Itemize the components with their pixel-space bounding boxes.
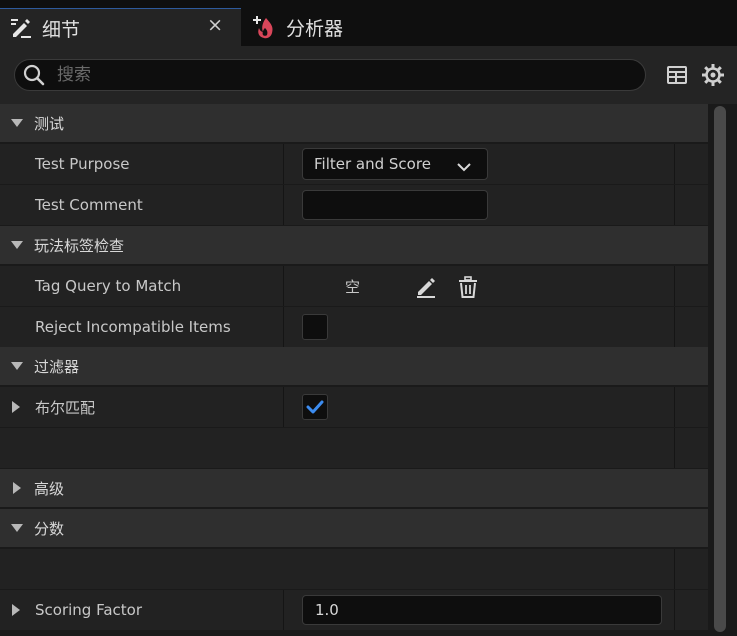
property-label: 布尔匹配 bbox=[35, 398, 96, 417]
column-divider[interactable] bbox=[283, 590, 284, 630]
column-divider bbox=[674, 428, 675, 468]
property-row-bool-match: 布尔匹配 bbox=[0, 387, 708, 427]
collapse-arrow-icon[interactable] bbox=[0, 118, 34, 128]
column-divider bbox=[674, 185, 675, 225]
dropdown-value: Filter and Score bbox=[314, 155, 431, 173]
expand-arrow-icon[interactable] bbox=[11, 400, 21, 418]
column-divider bbox=[674, 307, 675, 347]
details-panel: 测试 Test Purpose Filter and Score Test Co… bbox=[0, 104, 708, 636]
scoring-factor-value: 1.0 bbox=[315, 601, 339, 619]
column-divider bbox=[674, 549, 675, 589]
category-label: 分数 bbox=[34, 519, 65, 538]
property-row-test-purpose: Test Purpose Filter and Score bbox=[0, 144, 708, 184]
search-icon bbox=[21, 62, 47, 88]
category-score[interactable]: 分数 bbox=[0, 509, 708, 547]
column-divider bbox=[674, 387, 675, 427]
checkmark-icon bbox=[306, 400, 324, 414]
category-gameplay-tags[interactable]: 玩法标签检查 bbox=[0, 226, 708, 264]
column-divider bbox=[674, 590, 675, 630]
column-divider bbox=[674, 266, 675, 306]
collapse-arrow-icon[interactable] bbox=[0, 523, 34, 533]
category-label: 测试 bbox=[34, 114, 65, 133]
chevron-down-icon bbox=[457, 158, 471, 176]
property-row-empty bbox=[0, 428, 708, 468]
bool-match-checkbox[interactable] bbox=[302, 394, 328, 420]
edit-pencil-icon[interactable] bbox=[414, 275, 438, 299]
search-box[interactable] bbox=[14, 59, 646, 91]
flame-plus-icon bbox=[252, 14, 278, 40]
reject-incompatible-checkbox[interactable] bbox=[302, 314, 328, 340]
collapse-arrow-icon[interactable] bbox=[0, 361, 34, 371]
search-input[interactable] bbox=[55, 64, 619, 86]
column-divider[interactable] bbox=[283, 185, 284, 225]
table-view-icon[interactable] bbox=[664, 62, 690, 88]
tab-bar: 细节 × 分析器 bbox=[0, 0, 737, 47]
pencil-list-icon bbox=[8, 15, 34, 41]
category-label: 玩法标签检查 bbox=[34, 236, 125, 255]
scoring-factor-field[interactable]: 1.0 bbox=[302, 595, 662, 625]
close-tab-button[interactable]: × bbox=[207, 14, 223, 36]
tab-profiler-label: 分析器 bbox=[286, 17, 344, 40]
expand-arrow-icon[interactable] bbox=[11, 603, 21, 621]
tab-details-label: 细节 bbox=[42, 18, 81, 41]
test-comment-field[interactable] bbox=[302, 190, 488, 220]
property-row-scoring-factor: Scoring Factor 1.0 bbox=[0, 590, 708, 630]
property-row-tag-query: Tag Query to Match 空 bbox=[0, 266, 708, 306]
tag-query-value: 空 bbox=[345, 277, 361, 296]
category-advanced[interactable]: 高级 bbox=[0, 469, 708, 507]
property-label: Scoring Factor bbox=[35, 601, 142, 619]
category-filter[interactable]: 过滤器 bbox=[0, 347, 708, 385]
trash-icon[interactable] bbox=[456, 275, 480, 299]
scrollbar-thumb[interactable] bbox=[714, 106, 726, 632]
column-divider[interactable] bbox=[283, 307, 284, 347]
category-test[interactable]: 测试 bbox=[0, 104, 708, 142]
property-label: Test Purpose bbox=[35, 155, 130, 173]
property-row-reject-incompatible: Reject Incompatible Items bbox=[0, 307, 708, 347]
column-divider[interactable] bbox=[283, 387, 284, 427]
column-divider[interactable] bbox=[283, 266, 284, 306]
property-row-test-comment: Test Comment bbox=[0, 185, 708, 225]
collapse-arrow-icon[interactable] bbox=[0, 240, 34, 250]
tab-details[interactable]: 细节 × bbox=[0, 8, 241, 47]
tab-profiler[interactable]: 分析器 bbox=[244, 8, 424, 46]
expand-arrow-icon[interactable] bbox=[0, 481, 34, 495]
settings-gear-icon[interactable] bbox=[700, 62, 726, 88]
property-label: Tag Query to Match bbox=[35, 277, 182, 295]
category-label: 过滤器 bbox=[34, 357, 80, 376]
toolbar bbox=[0, 46, 737, 104]
test-purpose-dropdown[interactable]: Filter and Score bbox=[302, 148, 488, 180]
column-divider bbox=[674, 144, 675, 184]
property-row-empty bbox=[0, 549, 708, 589]
category-label: 高级 bbox=[34, 479, 65, 498]
column-divider[interactable] bbox=[283, 144, 284, 184]
property-label: Reject Incompatible Items bbox=[35, 318, 231, 336]
property-label: Test Comment bbox=[35, 196, 143, 214]
